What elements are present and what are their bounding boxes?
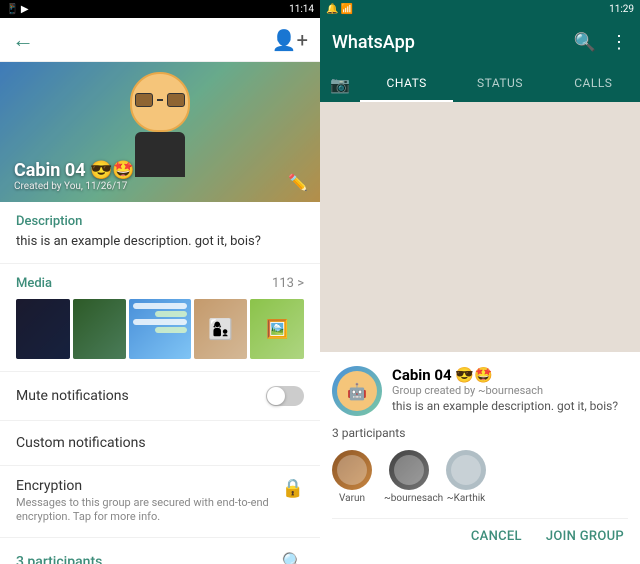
- status-bar-left: 📱 ▶ 11:14: [0, 0, 320, 18]
- tab-status[interactable]: STATUS: [453, 66, 546, 102]
- media-thumbnails: 👩‍👦 🖼️: [16, 299, 304, 359]
- glasses-right: [167, 93, 185, 107]
- search-participants-icon[interactable]: 🔍: [282, 552, 304, 564]
- avatar-funko: 🤖: [337, 371, 377, 411]
- status-bar-right: 🔔 📶 11:29: [320, 0, 640, 18]
- funko-glasses: [135, 92, 185, 108]
- encryption-desc: Messages to this group are secured with …: [16, 496, 274, 525]
- description-section: Description this is an example descripti…: [0, 202, 320, 264]
- group-created: Created by You, 11/26/17: [14, 181, 135, 192]
- media-thumb-2: [73, 299, 127, 359]
- participant-varun: Varun: [332, 450, 372, 504]
- name-bournesach: ~bournesach: [384, 493, 434, 504]
- group-avatar: 🤖: [332, 366, 382, 416]
- tab-calls[interactable]: CALLS: [547, 66, 640, 102]
- join-group-button[interactable]: JOIN GROUP: [542, 523, 628, 550]
- join-group-overlay: 🤖 Cabin 04 😎🤩 Group created by ~bournesa…: [320, 352, 640, 564]
- status-time-left: 11:14: [289, 4, 314, 15]
- status-icons-right: 🔔 📶: [326, 4, 353, 15]
- funko-body: [135, 132, 185, 177]
- media-count: 113 >: [272, 276, 304, 291]
- glasses-bridge: [157, 99, 163, 101]
- cancel-button[interactable]: CANCEL: [467, 523, 526, 550]
- group-detail-content: Description this is an example descripti…: [0, 202, 320, 564]
- join-group-card: 🤖 Cabin 04 😎🤩 Group created by ~bournesa…: [332, 366, 628, 416]
- name-karthik: ~Karthik: [447, 493, 485, 504]
- chat-background: 🤖 Cabin 04 😎🤩 Group created by ~bournesa…: [320, 102, 640, 564]
- more-options-icon[interactable]: ⋮: [610, 32, 628, 53]
- mute-notifications-row[interactable]: Mute notifications: [0, 372, 320, 421]
- chat-line-2: [155, 311, 187, 317]
- glasses-left: [135, 93, 153, 107]
- description-text: this is an example description. got it, …: [16, 233, 304, 251]
- participants-count: 3 participants: [332, 426, 628, 440]
- join-group-desc: this is an example description. got it, …: [392, 399, 628, 413]
- status-icons-left: 📱 ▶: [6, 4, 29, 15]
- participant-bournesach: ~bournesach: [384, 450, 434, 504]
- add-participant-button[interactable]: 👤+: [272, 28, 308, 52]
- mute-label: Mute notifications: [16, 388, 129, 404]
- face-karthik: [451, 455, 481, 485]
- media-section[interactable]: Media 113 > 👩‍👦 🖼️: [0, 264, 320, 372]
- encryption-title: Encryption: [16, 478, 274, 494]
- media-thumb-5: 🖼️: [250, 299, 304, 359]
- participant-avatars: Varun ~bournesach ~Karthik: [332, 450, 628, 504]
- custom-notifications-row[interactable]: Custom notifications: [0, 421, 320, 466]
- join-actions: CANCEL JOIN GROUP: [332, 518, 628, 550]
- avatar-bournesach: [389, 450, 429, 490]
- funko-head: [130, 72, 190, 132]
- avatar-karthik: [446, 450, 486, 490]
- mute-toggle[interactable]: [266, 386, 304, 406]
- media-thumb-1: [16, 299, 70, 359]
- media-thumb-4: 👩‍👦: [194, 299, 248, 359]
- status-time-right: 11:29: [609, 4, 634, 15]
- participants-label: 3 participants: [16, 554, 102, 564]
- search-icon[interactable]: 🔍: [574, 32, 596, 53]
- back-button[interactable]: ←: [12, 27, 34, 53]
- chat-line-1: [133, 303, 187, 309]
- right-panel: 🔔 📶 11:29 WhatsApp 🔍 ⋮ 📷 CHATS STATUS CA…: [320, 0, 640, 564]
- tabs-bar: 📷 CHATS STATUS CALLS: [320, 66, 640, 102]
- camera-icon: 📷: [330, 75, 350, 94]
- join-group-info: Cabin 04 😎🤩 Group created by ~bournesach…: [392, 366, 628, 416]
- group-cover: Cabin 04 😎🤩 Created by You, 11/26/17 ✏️: [0, 62, 320, 202]
- left-panel: 📱 ▶ 11:14 ← 👤+ Cabin 04 😎🤩 Created by Yo…: [0, 0, 320, 564]
- chat-line-3: [133, 319, 187, 325]
- custom-label: Custom notifications: [16, 435, 146, 451]
- join-group-name: Cabin 04 😎🤩: [392, 366, 628, 384]
- media-label: Media: [16, 276, 52, 291]
- face-varun: [337, 455, 367, 485]
- tab-chats[interactable]: CHATS: [360, 66, 453, 102]
- participant-karthik: ~Karthik: [446, 450, 486, 504]
- lock-icon: 🔒: [282, 478, 304, 499]
- top-bar: ← 👤+: [0, 18, 320, 62]
- edit-group-button[interactable]: ✏️: [288, 173, 308, 192]
- join-group-created: Group created by ~bournesach: [392, 384, 628, 397]
- encryption-text: Encryption Messages to this group are se…: [16, 478, 274, 525]
- tab-camera[interactable]: 📷: [320, 66, 360, 102]
- whatsapp-header: WhatsApp 🔍 ⋮: [320, 18, 640, 66]
- media-header: Media 113 >: [16, 276, 304, 291]
- header-icons: 🔍 ⋮: [574, 32, 628, 53]
- description-label: Description: [16, 214, 304, 229]
- participants-row[interactable]: 3 participants 🔍: [0, 538, 320, 564]
- chat-line-4: [155, 327, 187, 333]
- media-thumb-3: [129, 299, 191, 359]
- encryption-row[interactable]: Encryption Messages to this group are se…: [0, 466, 320, 538]
- toggle-knob: [267, 387, 285, 405]
- app-title: WhatsApp: [332, 32, 574, 53]
- group-info-bottom: Cabin 04 😎🤩 Created by You, 11/26/17: [14, 160, 135, 192]
- face-bournesach: [394, 455, 424, 485]
- avatar-varun: [332, 450, 372, 490]
- name-varun: Varun: [339, 493, 365, 504]
- group-title: Cabin 04 😎🤩: [14, 160, 135, 181]
